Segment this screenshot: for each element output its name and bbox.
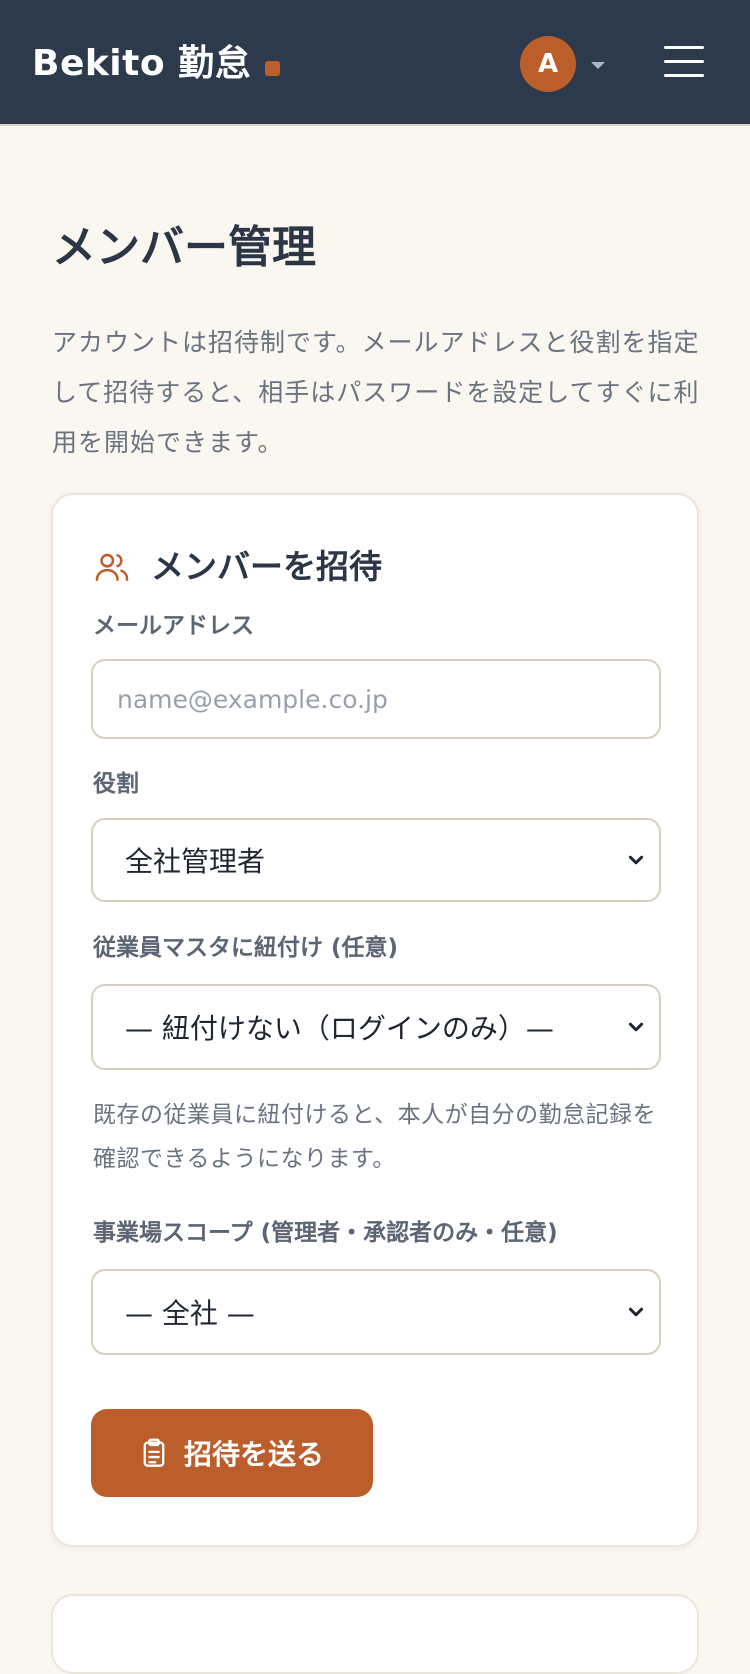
invite-card-title: メンバーを招待 [151,547,382,586]
email-field-wrapper [91,659,661,739]
page-title: メンバー管理 [52,222,316,273]
employee-link-hint: 既存の従業員に紐付けると、本人が自分の勤怠記録を確認できるようになります。 [93,1102,657,1172]
hamburger-menu-icon[interactable] [664,46,704,78]
avatar[interactable]: A [520,36,576,92]
brand-logo[interactable]: Bekito 勤怠 [32,40,281,88]
caret-down-icon[interactable] [591,62,605,69]
scope-select[interactable]: — 全社 — [91,1269,661,1355]
brand-dot-icon [265,60,281,76]
invite-card: メンバーを招待 メールアドレス 役割 全社管理者 従業員マスタに紐付け (任意)… [51,493,699,1547]
employee-link-select-value: — 紐付けない（ログインのみ）— [125,1012,554,1045]
scope-select-value: — 全社 — [125,1297,255,1330]
brand-name: Bekito 勤怠 [32,43,252,84]
top-bar: Bekito 勤怠 A [0,0,750,126]
members-card [51,1594,699,1674]
chevron-down-icon [628,1307,644,1317]
email-input[interactable] [93,661,659,737]
clipboard-icon [143,1438,165,1467]
email-label: メールアドレス [93,613,254,639]
avatar-initial: A [537,49,559,79]
invite-card-header: メンバーを招待 [93,545,382,589]
employee-link-select[interactable]: — 紐付けない（ログインのみ）— [91,984,661,1070]
chevron-down-icon [628,855,644,865]
role-select[interactable]: 全社管理者 [91,818,661,902]
employee-link-label: 従業員マスタに紐付け (任意) [93,935,399,961]
role-select-value: 全社管理者 [125,845,266,878]
role-label: 役割 [93,771,139,797]
chevron-down-icon [628,1022,644,1032]
scope-label: 事業場スコープ (管理者・承認者のみ・任意) [93,1220,558,1246]
page-description: アカウントは招待制です。メールアドレスと役割を指定して招待すると、相手はパスワー… [52,328,700,457]
send-invite-button-label: 招待を送る [183,1438,324,1471]
users-icon [95,553,129,581]
send-invite-button[interactable]: 招待を送る [91,1409,373,1497]
